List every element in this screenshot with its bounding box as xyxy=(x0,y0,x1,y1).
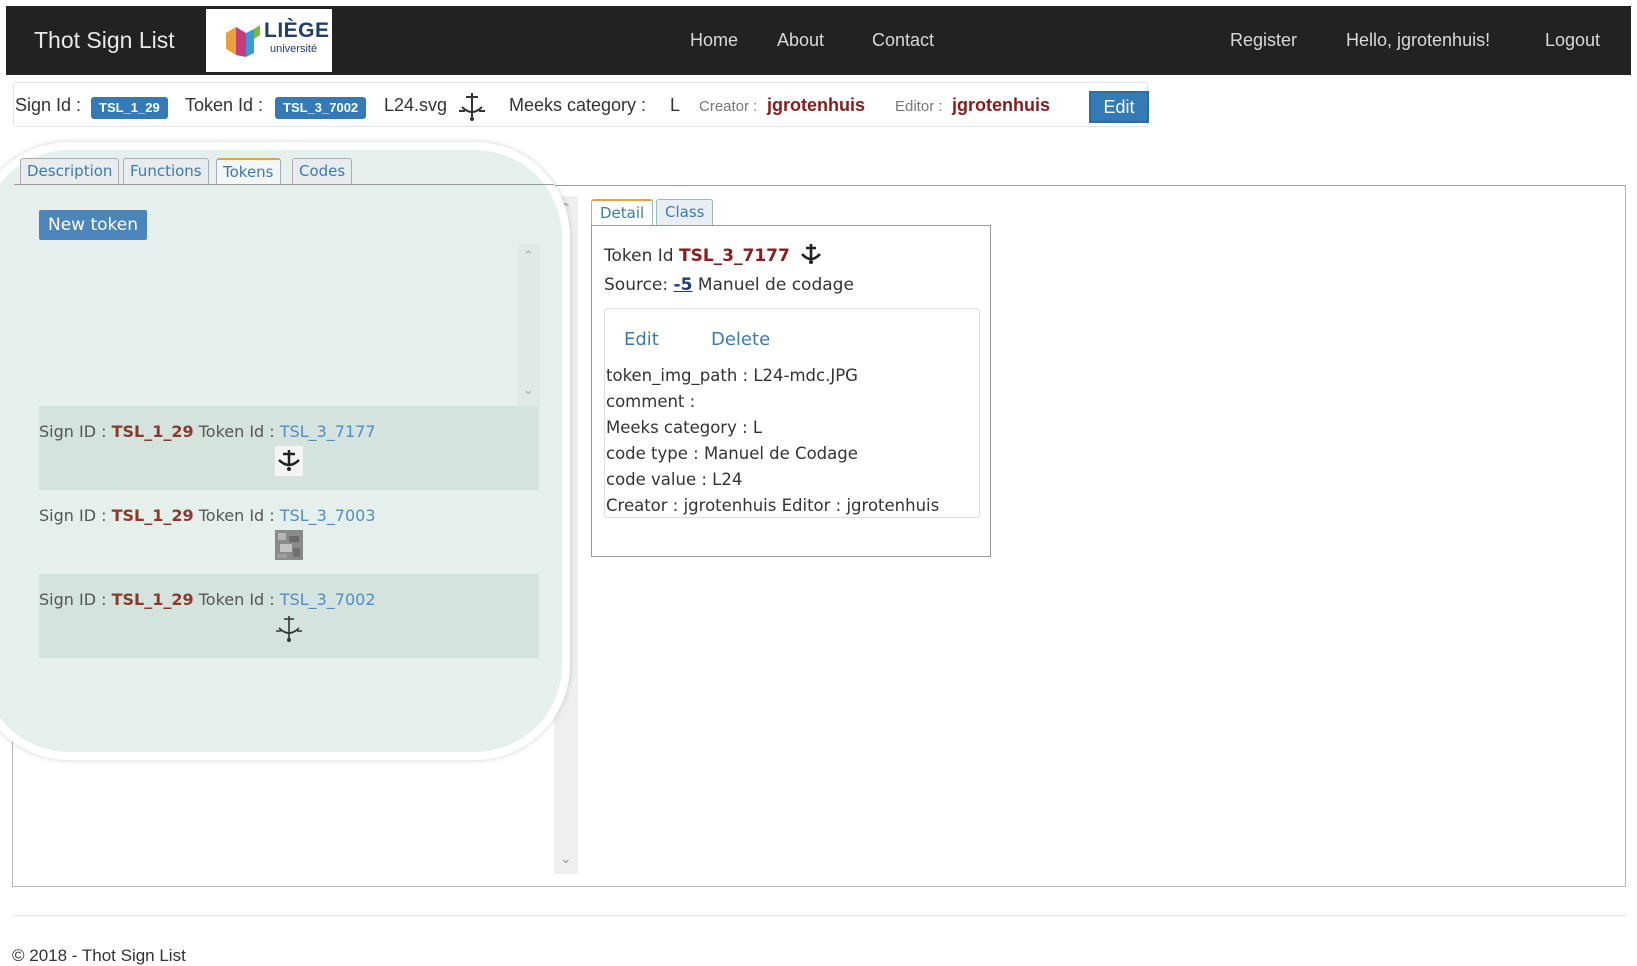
user-greeting-link[interactable]: Hello, jgrotenhuis! xyxy=(1346,6,1490,75)
field-code-type: code type : Manuel de Codage xyxy=(606,444,858,463)
sign-id-label: Sign ID : xyxy=(39,422,107,441)
creator-name: jgrotenhuis xyxy=(767,95,865,115)
token-row-text: Sign ID : TSL_1_29 Token Id : TSL_3_7003 xyxy=(39,506,376,525)
source-text: Manuel de codage xyxy=(697,275,854,295)
source-label: Source: xyxy=(604,275,669,295)
sign-id-label: Sign ID : xyxy=(39,590,107,609)
tab-functions[interactable]: Functions xyxy=(123,158,209,185)
token-detail-panel: Token Id TSL_3_7177 Source: -5 Manuel de… xyxy=(591,225,991,557)
sign-id-value: TSL_1_29 xyxy=(111,506,194,525)
field-comment: comment : xyxy=(606,392,696,411)
token-list-item[interactable]: Sign ID : TSL_1_29 Token Id : TSL_3_7177 xyxy=(39,406,539,490)
meeks-category-value: L xyxy=(670,95,681,115)
sign-id-badge: TSL_1_29 xyxy=(91,97,168,119)
footer-copyright: © 2018 - Thot Sign List xyxy=(12,946,186,965)
token-id-label: Token Id : xyxy=(198,422,275,441)
nav-about-link[interactable]: About xyxy=(777,6,824,75)
meeks-category-label: Meeks category : xyxy=(509,95,647,115)
token-id-label: Token Id : xyxy=(185,95,264,115)
scroll-down-icon[interactable]: ⌄ xyxy=(560,850,572,867)
nav-home-link[interactable]: Home xyxy=(690,6,738,75)
svg-filename: L24.svg xyxy=(384,95,448,115)
edit-sign-button[interactable]: Edit xyxy=(1089,91,1149,123)
detail-token-line: Token Id TSL_3_7177 xyxy=(604,242,823,266)
mini-scroll-up-icon[interactable]: ⌃ xyxy=(523,248,534,264)
logo-subtitle: université xyxy=(270,43,318,55)
logo-mark-icon xyxy=(226,25,260,57)
detail-token-id: TSL_3_7177 xyxy=(678,246,790,266)
token-id-badge: TSL_3_7002 xyxy=(275,97,367,119)
hieroglyph-sign-icon xyxy=(459,93,485,121)
token-id-link[interactable]: TSL_3_7002 xyxy=(280,590,376,609)
brand-link[interactable]: Thot Sign List xyxy=(34,6,175,75)
token-row-text: Sign ID : TSL_1_29 Token Id : TSL_3_7002 xyxy=(39,590,376,609)
editor-label: Editor : xyxy=(895,98,943,115)
new-token-button[interactable]: New token xyxy=(39,210,148,240)
mini-scroll-down-icon[interactable]: ⌄ xyxy=(523,382,534,398)
editor-name: jgrotenhuis xyxy=(952,95,1050,115)
token-list-item[interactable]: Sign ID : TSL_1_29 Token Id : TSL_3_7003 xyxy=(39,490,539,574)
detail-source-line: Source: -5 Manuel de codage xyxy=(604,275,854,295)
edit-token-link[interactable]: Edit xyxy=(624,329,659,350)
sign-id-value: TSL_1_29 xyxy=(111,590,194,609)
creator-label: Creator : xyxy=(699,98,758,115)
token-preview-scrollbar[interactable]: ⌃ ⌄ xyxy=(518,244,540,406)
token-row-text: Sign ID : TSL_1_29 Token Id : TSL_3_7177 xyxy=(39,422,376,441)
token-glyph-icon xyxy=(276,616,302,642)
tab-codes[interactable]: Codes xyxy=(292,158,353,185)
sign-id-label: Sign ID : xyxy=(39,506,107,525)
field-creator-editor: Creator : jgrotenhuis Editor : jgrotenhu… xyxy=(606,496,940,515)
nav-logout-link[interactable]: Logout xyxy=(1545,6,1600,75)
tabs-underline xyxy=(14,184,554,185)
detail-token-label: Token Id xyxy=(604,246,674,266)
delete-token-link[interactable]: Delete xyxy=(711,329,770,350)
token-glyph-icon xyxy=(801,244,822,264)
tab-detail[interactable]: Detail xyxy=(591,199,654,225)
nav-register-link[interactable]: Register xyxy=(1230,6,1297,75)
liege-logo: LIÈGE université xyxy=(206,9,332,72)
token-glyph-icon xyxy=(275,446,303,476)
token-info-box: Edit Delete token_img_path : L24-mdc.JPG… xyxy=(604,308,980,518)
token-id-label: Token Id : xyxy=(198,506,275,525)
sign-id-label: Sign Id : xyxy=(15,95,82,115)
logo-wordmark: LIÈGE xyxy=(264,19,330,42)
tab-tokens[interactable]: Tokens xyxy=(216,158,281,185)
token-photo-icon xyxy=(275,530,303,560)
field-code-value: code value : L24 xyxy=(606,470,743,489)
tab-description[interactable]: Description xyxy=(20,158,120,185)
nav-contact-link[interactable]: Contact xyxy=(872,6,934,75)
footer-divider xyxy=(12,915,1626,916)
sign-header-bar: Sign Id : TSL_1_29 Token Id : TSL_3_7002… xyxy=(13,82,1149,127)
field-meeks-category: Meeks category : L xyxy=(606,418,763,437)
token-id-link[interactable]: TSL_3_7177 xyxy=(280,422,376,441)
token-list-item[interactable]: Sign ID : TSL_1_29 Token Id : TSL_3_7002 xyxy=(39,574,539,658)
tab-class[interactable]: Class xyxy=(656,199,714,225)
token-id-label: Token Id : xyxy=(198,590,275,609)
top-navbar: Thot Sign List LIÈGE université Home Abo… xyxy=(6,6,1631,75)
source-link[interactable]: -5 xyxy=(674,275,693,295)
sign-id-value: TSL_1_29 xyxy=(111,422,194,441)
token-id-link[interactable]: TSL_3_7003 xyxy=(280,506,376,525)
field-token-img-path: token_img_path : L24-mdc.JPG xyxy=(606,366,858,385)
